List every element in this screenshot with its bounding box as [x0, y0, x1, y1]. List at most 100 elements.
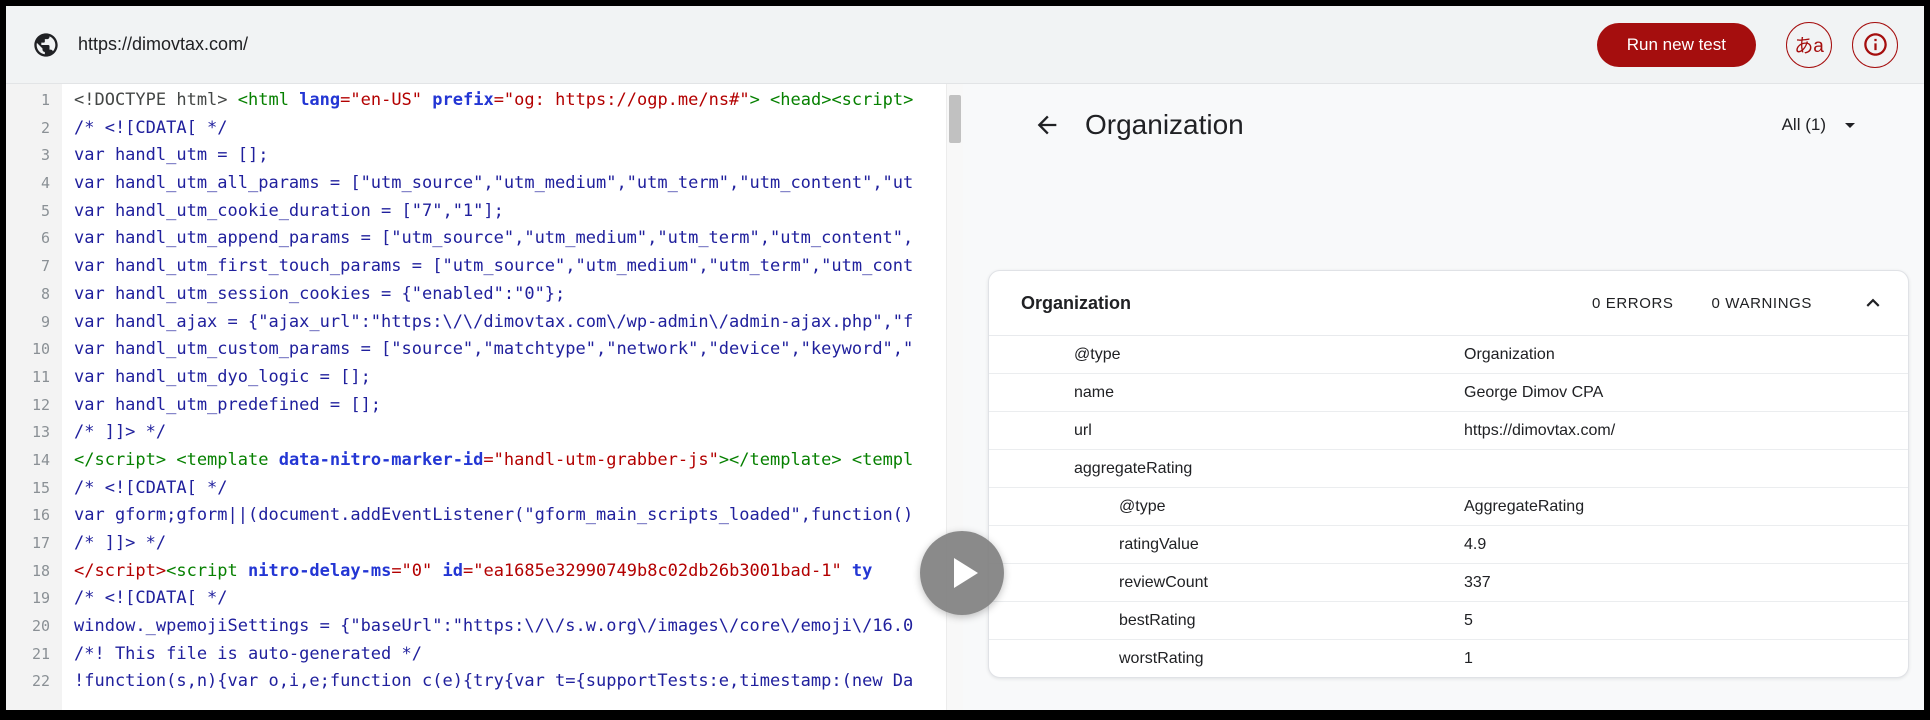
card-header: Organization 0 ERRORS 0 WARNINGS: [989, 271, 1908, 336]
collapse-button[interactable]: [1860, 290, 1886, 316]
line-number: 13: [6, 419, 62, 447]
code-token: ="og: https://ogp.me/ns#": [494, 90, 750, 110]
code-line: var handl_utm_cookie_duration = ["7","1"…: [74, 198, 963, 226]
code-token: var handl_utm_predefined = [];: [74, 395, 381, 415]
line-number: 7: [6, 253, 62, 281]
line-number: 16: [6, 502, 62, 530]
row-value: Organization: [1464, 346, 1908, 364]
code-token: window._wpemojiSettings = {"baseUrl":"ht…: [74, 616, 913, 636]
code-token: <script: [166, 561, 238, 581]
status-group: 0 ERRORS 0 WARNINGS: [1592, 295, 1812, 312]
row-key: @type: [989, 346, 1464, 364]
line-number-gutter: 12345678910111213141516171819202122: [6, 84, 62, 710]
screenshot-frame: https://dimovtax.com/ Run new test あa 12…: [0, 0, 1930, 720]
warnings-count: 0 WARNINGS: [1712, 295, 1812, 312]
code-line: /* <![CDATA[ */: [74, 585, 963, 613]
language-button[interactable]: あa: [1786, 22, 1832, 68]
line-number: 10: [6, 336, 62, 364]
property-table: @typeOrganizationnameGeorge Dimov CPAurl…: [989, 336, 1908, 677]
code-token: </script>: [74, 561, 166, 581]
line-number: 12: [6, 392, 62, 420]
code-token: > <head><script>: [750, 90, 914, 110]
code-token: var handl_utm_first_touch_params = ["utm…: [74, 256, 913, 276]
row-value: https://dimovtax.com/: [1464, 422, 1908, 440]
row-key: reviewCount: [989, 574, 1464, 592]
arrow-back-icon: [1033, 111, 1061, 139]
results-filter-dropdown[interactable]: All (1): [1782, 113, 1862, 137]
code-line: var handl_utm_predefined = [];: [74, 392, 963, 420]
line-number: 20: [6, 613, 62, 641]
globe-icon: [32, 31, 60, 59]
line-number: 18: [6, 558, 62, 586]
code-token: !function(s,n){var o,i,e;function c(e){t…: [74, 671, 913, 691]
table-row: urlhttps://dimovtax.com/: [989, 412, 1908, 450]
table-row: nameGeorge Dimov CPA: [989, 374, 1908, 412]
row-key: aggregateRating: [989, 460, 1464, 478]
code-token: var handl_utm_dyo_logic = [];: [74, 367, 371, 387]
row-key: worstRating: [989, 650, 1464, 668]
row-value: AggregateRating: [1464, 498, 1908, 516]
line-number: 19: [6, 585, 62, 613]
info-button[interactable]: [1852, 22, 1898, 68]
code-line: var handl_utm = [];: [74, 142, 963, 170]
table-row: bestRating5: [989, 602, 1908, 640]
code-token: var handl_utm_all_params = ["utm_source"…: [74, 173, 913, 193]
row-key: url: [989, 422, 1464, 440]
source-code-panel: 12345678910111213141516171819202122 <!DO…: [6, 84, 963, 710]
line-number: 9: [6, 309, 62, 337]
code-token: lang: [289, 90, 340, 110]
code-scrollbar[interactable]: [946, 84, 963, 710]
code-line: /* ]]> */: [74, 419, 963, 447]
main-content: 12345678910111213141516171819202122 <!DO…: [6, 84, 1924, 710]
code-scrollbar-thumb[interactable]: [949, 95, 961, 143]
code-token: </script> <template: [74, 450, 268, 470]
code-line: var handl_utm_append_params = ["utm_sour…: [74, 225, 963, 253]
chevron-up-icon: [1860, 290, 1886, 316]
tested-url: https://dimovtax.com/: [78, 34, 248, 55]
line-number: 17: [6, 530, 62, 558]
line-number: 15: [6, 475, 62, 503]
code-line: var handl_utm_session_cookies = {"enable…: [74, 281, 963, 309]
code-line: /* <![CDATA[ */: [74, 115, 963, 143]
code-token: prefix: [422, 90, 494, 110]
table-row: ratingValue4.9: [989, 526, 1908, 564]
code-token: var handl_ajax = {"ajax_url":"https:\/\/…: [74, 312, 913, 332]
line-number: 22: [6, 668, 62, 696]
top-bar: https://dimovtax.com/ Run new test あa: [6, 6, 1924, 84]
row-value: 5: [1464, 612, 1908, 630]
table-row: reviewCount337: [989, 564, 1908, 602]
code-lines: <!DOCTYPE html> <html lang="en-US" prefi…: [62, 84, 963, 710]
run-new-test-button[interactable]: Run new test: [1597, 23, 1756, 67]
line-number: 3: [6, 142, 62, 170]
code-line: <!DOCTYPE html> <html lang="en-US" prefi…: [74, 87, 963, 115]
code-line: /* ]]> */: [74, 530, 963, 558]
line-number: 21: [6, 641, 62, 669]
table-row: @typeAggregateRating: [989, 488, 1908, 526]
line-number: 11: [6, 364, 62, 392]
back-button[interactable]: [1033, 111, 1061, 139]
code-token: <!DOCTYPE html>: [74, 90, 238, 110]
code-token: ="handl-utm-grabber-js": [483, 450, 718, 470]
code-line: var gform;gform||(document.addEventListe…: [74, 502, 963, 530]
play-button[interactable]: [920, 531, 1004, 615]
row-value: 337: [1464, 574, 1908, 592]
row-key: bestRating: [989, 612, 1464, 630]
code-line: var handl_utm_all_params = ["utm_source"…: [74, 170, 963, 198]
organization-card: Organization 0 ERRORS 0 WARNINGS: [988, 270, 1909, 678]
card-title: Organization: [1021, 293, 1131, 314]
line-number: 2: [6, 115, 62, 143]
line-number: 1: [6, 87, 62, 115]
info-icon: [1862, 31, 1889, 58]
code-line: var handl_utm_first_touch_params = ["utm…: [74, 253, 963, 281]
code-token: /* ]]> */: [74, 533, 166, 553]
code-token: /* <![CDATA[ */: [74, 478, 228, 498]
code-token: ="ea1685e32990749b8c02db26b3001bad-1": [463, 561, 842, 581]
rich-results-test-app: https://dimovtax.com/ Run new test あa 12…: [6, 6, 1924, 710]
language-icon: あa: [1794, 31, 1824, 58]
table-row: aggregateRating: [989, 450, 1908, 488]
code-token: var gform;gform||(document.addEventListe…: [74, 505, 913, 525]
code-token: data-nitro-marker-id: [268, 450, 483, 470]
play-icon: [954, 558, 978, 588]
table-row: worstRating1: [989, 640, 1908, 677]
code-line: var handl_utm_dyo_logic = [];: [74, 364, 963, 392]
